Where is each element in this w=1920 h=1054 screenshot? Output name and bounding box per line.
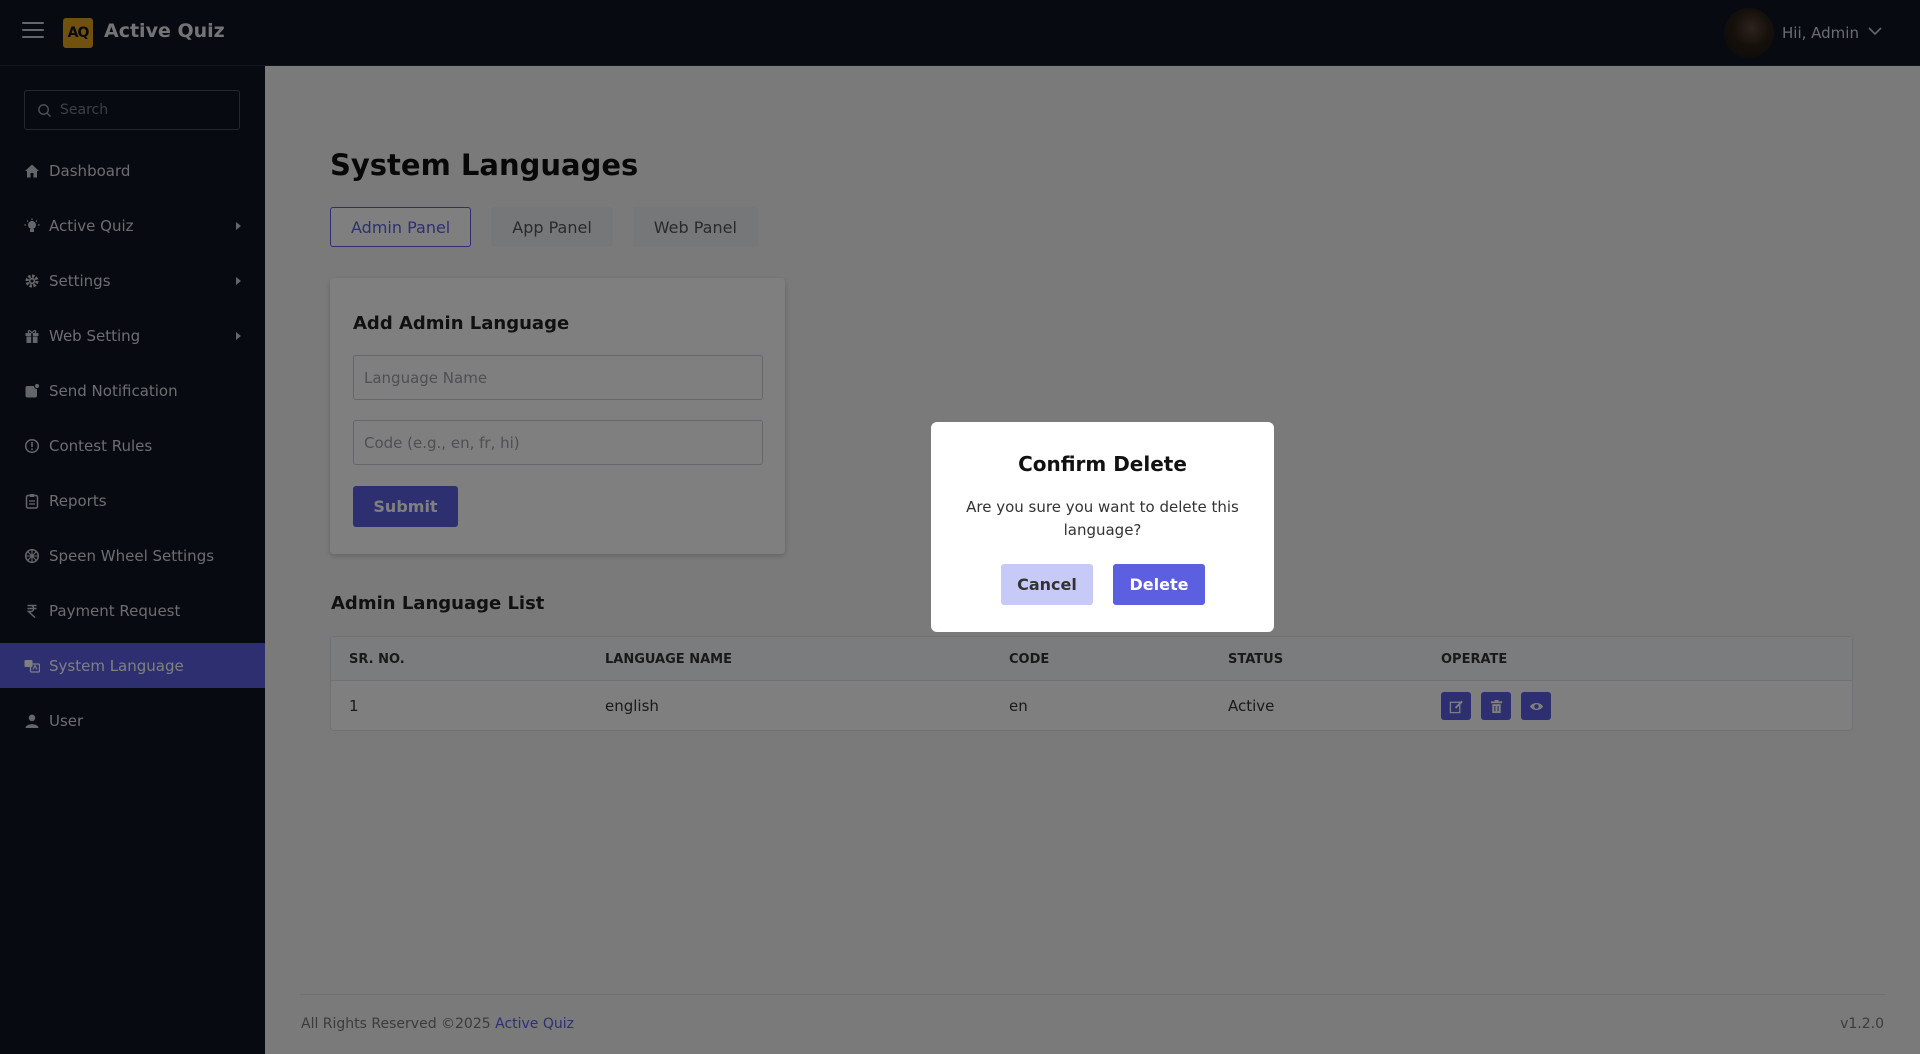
dialog-title: Confirm Delete bbox=[1018, 452, 1187, 476]
dialog-message: Are you sure you want to delete this lan… bbox=[966, 498, 1239, 539]
confirm-delete-dialog: Confirm Delete Are you sure you want to … bbox=[931, 422, 1274, 632]
confirm-delete-button[interactable]: Delete bbox=[1113, 564, 1205, 605]
cancel-button[interactable]: Cancel bbox=[1001, 564, 1093, 605]
